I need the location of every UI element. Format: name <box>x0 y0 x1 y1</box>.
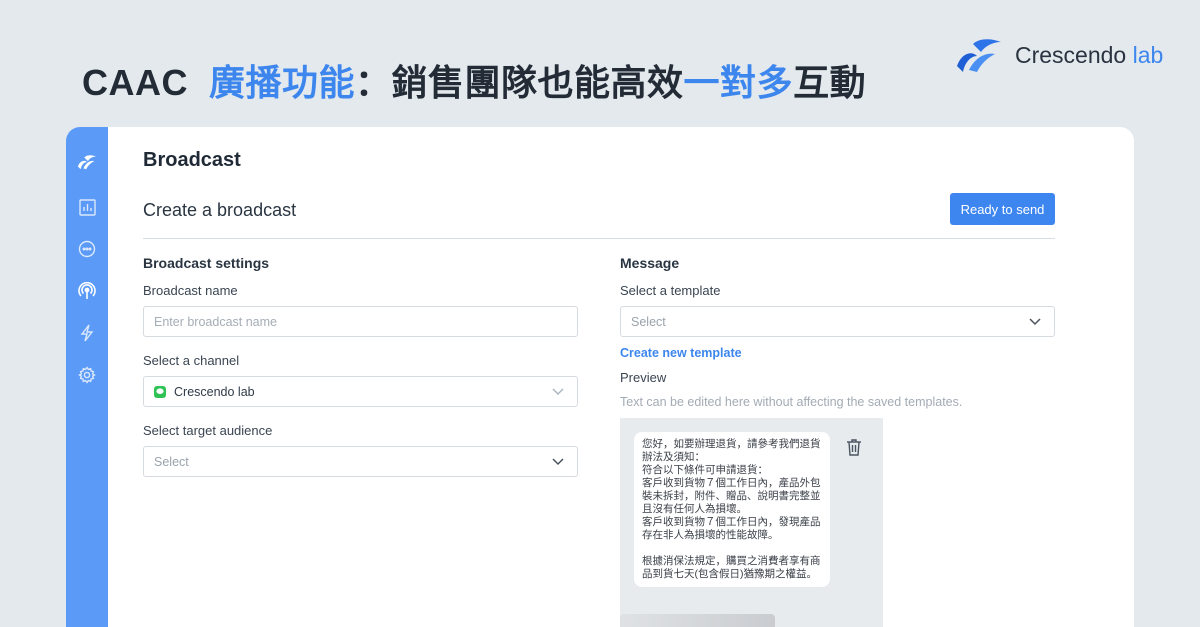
broadcast-name-label: Broadcast name <box>143 283 238 298</box>
headline-part-3: 互動 <box>793 62 867 103</box>
bubble-line: 客戶收到貨物７個工作日內，產品外包 <box>642 477 821 489</box>
audience-label: Select target audience <box>143 423 273 438</box>
broadcast-icon[interactable] <box>77 281 97 301</box>
brand-name: Crescendo <box>1015 41 1127 68</box>
brand-suffix: lab <box>1126 41 1164 68</box>
image-message-card[interactable] <box>620 614 775 627</box>
main-content: Broadcast Create a broadcast Ready to se… <box>108 127 1134 627</box>
headline-part-1: CAAC <box>82 62 188 103</box>
template-select[interactable]: Select <box>620 306 1055 337</box>
headline-part-2: ：銷售團隊也能高效 <box>355 62 684 103</box>
audience-select[interactable]: Select <box>143 446 578 477</box>
brand-logo: Crescendo lab <box>955 36 1163 74</box>
bubble-line: 符合以下條件可申請退貨： <box>642 464 768 476</box>
page-title: Broadcast <box>143 149 241 171</box>
ready-to-send-button[interactable]: Ready to send <box>950 193 1055 225</box>
gear-icon[interactable] <box>77 365 97 385</box>
app-window: Broadcast Create a broadcast Ready to se… <box>66 127 1134 627</box>
channel-value: Crescendo lab <box>174 384 255 399</box>
bubble-line: 裝未拆封，附件、贈品、說明書完整並 <box>642 490 821 502</box>
message-preview: 您好，如要辦理退貨，請參考我們退貨 辦法及須知： 符合以下條件可申請退貨： 客戶收到貨… <box>620 418 883 627</box>
template-label: Select a template <box>620 283 721 298</box>
create-template-link[interactable]: Create new template <box>620 346 742 360</box>
lightning-icon[interactable] <box>77 323 97 343</box>
message-title: Message <box>620 255 680 271</box>
divider <box>143 238 1055 239</box>
channel-select[interactable]: Crescendo lab <box>143 376 578 407</box>
bubble-line: 且沒有任何人為損壞。 <box>642 503 747 515</box>
crescendo-logo-icon <box>957 39 1001 72</box>
chevron-down-icon <box>552 388 564 395</box>
preview-label: Preview <box>620 370 667 385</box>
section-title: Create a broadcast <box>143 200 297 220</box>
logo-icon[interactable] <box>77 152 97 172</box>
headline-accent-1: 廣播功能 <box>209 62 356 103</box>
headline: CAAC 廣播功能：銷售團隊也能高效一對多互動 <box>82 54 866 106</box>
template-placeholder: Select <box>631 314 666 329</box>
headline-accent-2: 一對多 <box>683 62 794 103</box>
broadcast-settings-title: Broadcast settings <box>143 255 270 271</box>
bubble-line: 存在非人為損壞的性能故障。 <box>642 529 779 541</box>
bubble-line: 辦法及須知： <box>642 451 705 463</box>
chevron-down-icon <box>552 458 564 466</box>
broadcast-name-input[interactable] <box>154 314 567 329</box>
trash-icon[interactable] <box>846 438 862 456</box>
preview-hint: Text can be edited here without affectin… <box>620 395 963 409</box>
bubble-line: 根據消保法規定，購買之消費者享有商 <box>642 555 821 567</box>
chart-icon[interactable] <box>77 197 97 217</box>
sidebar <box>66 127 108 627</box>
chevron-down-icon <box>1029 318 1041 326</box>
message-bubble[interactable]: 您好，如要辦理退貨，請參考我們退貨 辦法及須知： 符合以下條件可申請退貨： 客戶收到貨… <box>634 432 830 587</box>
broadcast-name-field[interactable] <box>143 306 578 337</box>
bubble-line: 品到貨七天(包含假日)猶豫期之權益。 <box>642 568 817 580</box>
line-channel-icon <box>154 385 166 398</box>
chat-icon[interactable] <box>77 239 97 259</box>
channel-label: Select a channel <box>143 353 240 368</box>
audience-placeholder: Select <box>154 454 189 469</box>
bubble-line <box>642 542 822 555</box>
bubble-line: 您好，如要辦理退貨，請參考我們退貨 <box>642 438 821 450</box>
bubble-line: 客戶收到貨物７個工作日內，發現產品 <box>642 516 821 528</box>
